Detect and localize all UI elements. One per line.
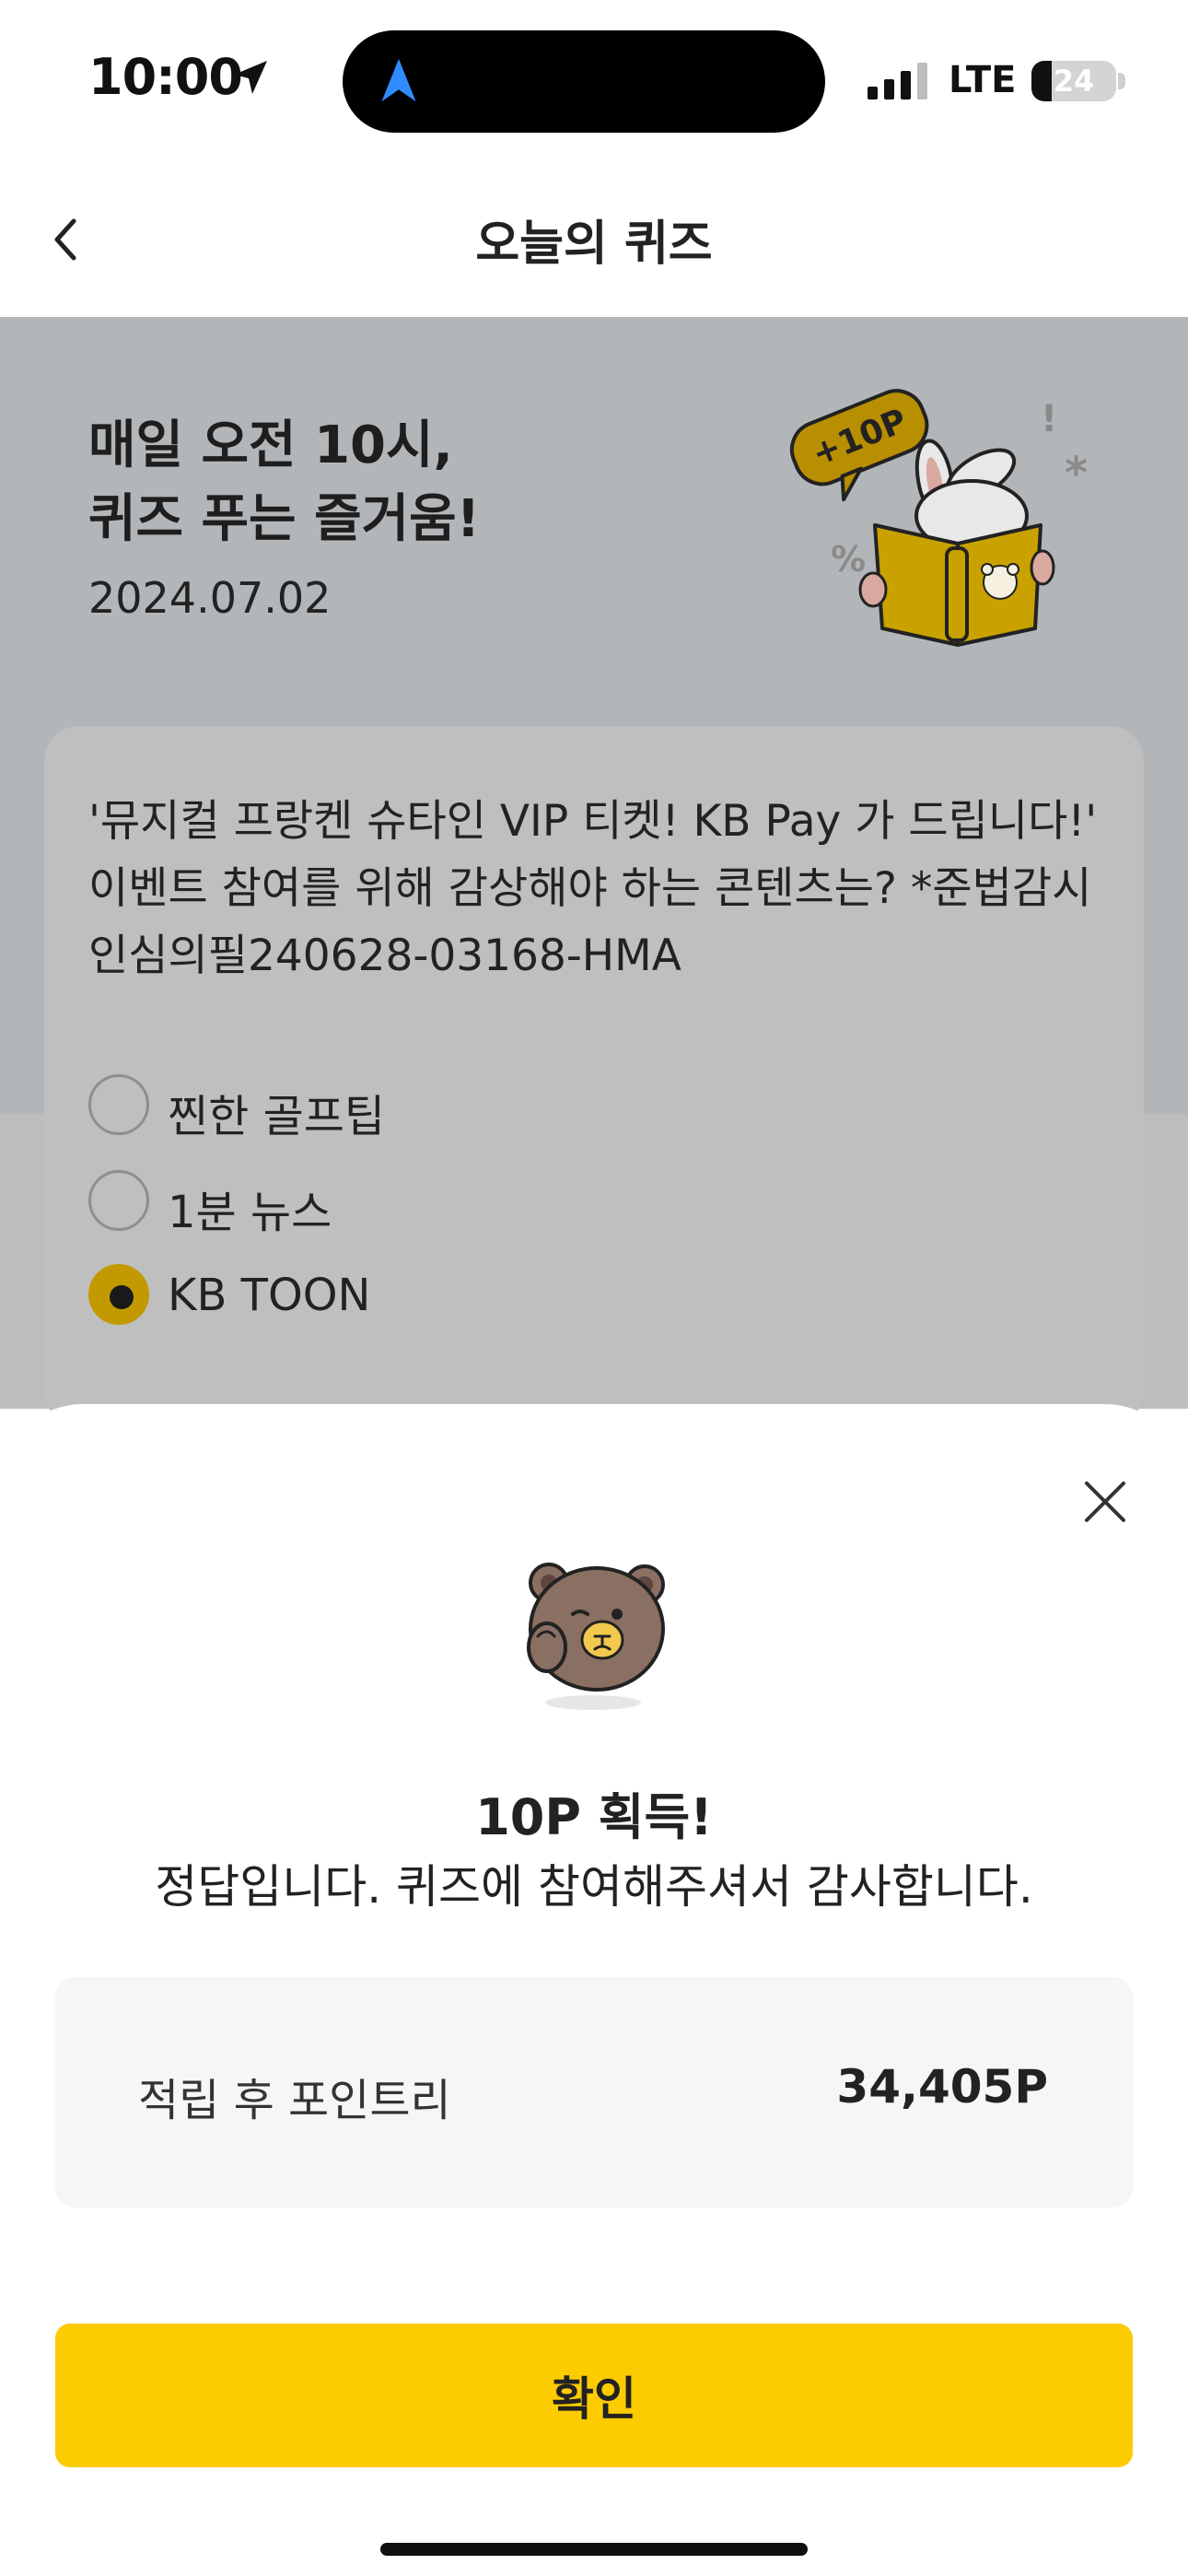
points-label: 적립 후 포인트리	[138, 2075, 451, 2126]
hero-title-line1: 매일 오전 10시,	[88, 416, 453, 475]
quiz-option-1[interactable]: 찐한 골프팁	[88, 1074, 733, 1142]
quiz-option-3[interactable]: KB TOON	[88, 1264, 733, 1330]
radio-selected-dot	[110, 1285, 134, 1309]
svg-text:!: !	[1041, 398, 1057, 440]
svg-text:%: %	[831, 539, 866, 580]
status-time: 10:00	[88, 48, 243, 106]
location-arrow-icon	[234, 61, 267, 94]
option-label: KB TOON	[168, 1270, 371, 1321]
battery-cap	[1118, 73, 1125, 89]
radio-button-selected[interactable]	[88, 1264, 149, 1325]
rabbit-reading-illustration: +10P ! * %	[789, 389, 1088, 647]
hero-title: 매일 오전 10시, 퀴즈 푸는 즐거움!	[88, 409, 480, 556]
close-icon[interactable]	[1077, 1474, 1133, 1529]
radio-button[interactable]	[88, 1074, 149, 1135]
battery-icon: 24	[1031, 61, 1116, 101]
result-message: 정답입니다. 퀴즈에 참여해주셔서 감사합니다.	[155, 1860, 1033, 1914]
quiz-option-2[interactable]: 1분 뉴스	[88, 1170, 733, 1238]
home-indicator[interactable]	[380, 2543, 808, 2556]
option-label: 1분 뉴스	[168, 1187, 332, 1238]
svg-text:*: *	[1065, 448, 1088, 499]
bear-character-icon	[527, 1563, 665, 1710]
confirm-button[interactable]: 확인	[55, 2324, 1133, 2467]
network-type: LTE	[949, 59, 1017, 101]
quiz-question: '뮤지컬 프랑켄 슈타인 VIP 티켓! KB Pay 가 드립니다!' 이벤트…	[88, 796, 1098, 981]
points-value: 34,405P	[836, 2060, 1048, 2113]
hero-title-line2: 퀴즈 푸는 즐거움!	[88, 489, 481, 549]
radio-button[interactable]	[88, 1170, 149, 1231]
option-label: 찐한 골프팁	[168, 1091, 386, 1142]
battery-percent: 24	[1053, 64, 1095, 99]
signal-icon	[868, 63, 927, 100]
page-title: 오늘의 퀴즈	[475, 217, 713, 272]
navigation-icon	[381, 58, 416, 102]
result-title: 10P 획득!	[475, 1788, 713, 1846]
quiz-date: 2024.07.02	[88, 573, 332, 623]
